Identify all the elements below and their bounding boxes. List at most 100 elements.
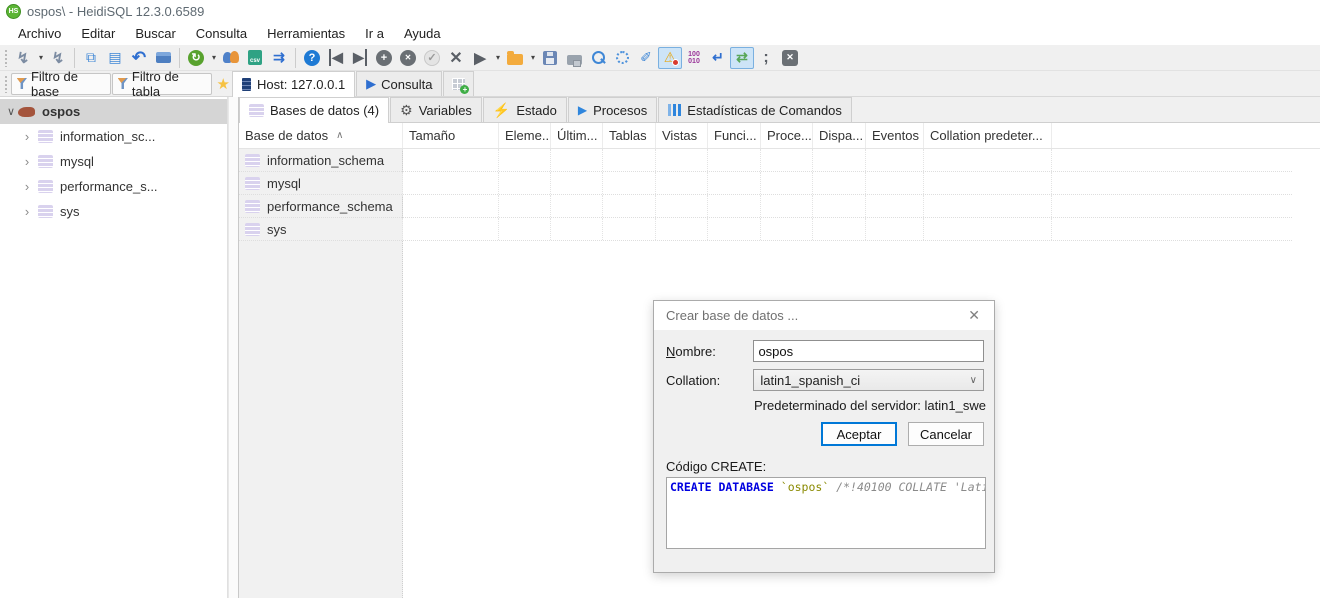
- print-icon[interactable]: [151, 47, 175, 69]
- find-glyph: [616, 51, 629, 64]
- menu-archivo[interactable]: Archivo: [8, 24, 71, 43]
- chevron-right-icon[interactable]: ›: [20, 179, 34, 194]
- collation-select[interactable]: latin1_spanish_ci ∨: [753, 369, 984, 391]
- cancel-button[interactable]: Cancelar: [908, 422, 984, 446]
- empty-cell: [761, 149, 813, 171]
- grid-row-performance-schema[interactable]: performance_schema: [239, 195, 1292, 218]
- pane-splitter[interactable]: [228, 97, 239, 598]
- bar-chart-icon: [668, 104, 681, 116]
- database-name-input[interactable]: [753, 340, 984, 362]
- open-file-icon[interactable]: [503, 47, 527, 69]
- menu-buscar[interactable]: Buscar: [125, 24, 185, 43]
- tree-item-mysql[interactable]: › mysql: [0, 149, 227, 174]
- column-header-funciones[interactable]: Funci...: [708, 123, 761, 148]
- insert-row-icon[interactable]: +: [372, 47, 396, 69]
- name-label-accel: N: [666, 344, 675, 359]
- reformat-sql-icon[interactable]: ⇄: [730, 47, 754, 69]
- refresh-dropdown-icon[interactable]: ▾: [209, 53, 219, 62]
- grid-row-information-schema[interactable]: information_schema: [239, 149, 1292, 172]
- save-snippet-icon[interactable]: [562, 47, 586, 69]
- post-changes-icon[interactable]: ✓: [420, 47, 444, 69]
- tree-item-sys[interactable]: › sys: [0, 199, 227, 224]
- tree-item-information-schema[interactable]: › information_sc...: [0, 124, 227, 149]
- undo-icon[interactable]: ↶: [127, 47, 151, 69]
- accept-button[interactable]: Aceptar: [821, 422, 897, 446]
- favorites-star-icon[interactable]: ★: [217, 75, 230, 93]
- tab-processes[interactable]: ▶ Procesos: [568, 97, 657, 122]
- open-file-dropdown-icon[interactable]: ▾: [528, 53, 538, 62]
- disconnect-icon[interactable]: ↯: [46, 47, 70, 69]
- dialog-title-bar[interactable]: Crear base de datos ... ✕: [654, 301, 994, 330]
- csv-export-icon[interactable]: csv: [243, 47, 267, 69]
- stop-glyph: ✕: [782, 50, 798, 66]
- table-filter-button[interactable]: Filtro de tabla: [112, 73, 212, 95]
- tab-variables[interactable]: ⚙ Variables: [390, 97, 482, 122]
- menu-herramientas[interactable]: Herramientas: [257, 24, 355, 43]
- delete-row-icon[interactable]: ✕: [396, 47, 420, 69]
- run-query-icon[interactable]: ▶: [468, 47, 492, 69]
- refresh-icon[interactable]: ↻: [184, 47, 208, 69]
- run-dropdown-icon[interactable]: ▾: [493, 53, 503, 62]
- chevron-right-icon[interactable]: ›: [20, 129, 34, 144]
- error-marker-icon[interactable]: ⚠: [658, 47, 682, 69]
- stop-icon[interactable]: ✕: [778, 47, 802, 69]
- menu-ir-a[interactable]: Ir a: [355, 24, 394, 43]
- column-header-base-de-datos[interactable]: Base de datos∧: [239, 123, 403, 148]
- data-flow-icon[interactable]: ⇉: [267, 47, 291, 69]
- gear-icon: ⚙: [400, 102, 413, 119]
- tab-query[interactable]: ▶ Consulta: [356, 71, 442, 96]
- help-glyph: ?: [304, 50, 320, 66]
- go-first-icon[interactable]: ◀: [324, 47, 348, 69]
- column-header-disparadores[interactable]: Dispa...: [813, 123, 866, 148]
- wrap-lines-icon[interactable]: ↵: [706, 47, 730, 69]
- tab-command-statistics[interactable]: Estadísticas de Comandos: [658, 97, 852, 122]
- filter-grip[interactable]: [4, 75, 9, 93]
- find-again-icon[interactable]: [610, 47, 634, 69]
- tree-item-ospos[interactable]: ∨ ospos: [0, 99, 227, 124]
- column-header-ultima[interactable]: Últim...: [551, 123, 603, 148]
- grid-row-mysql[interactable]: mysql: [239, 172, 1292, 195]
- connect-dropdown-icon[interactable]: ▾: [36, 53, 46, 62]
- column-header-vistas[interactable]: Vistas: [656, 123, 708, 148]
- grid-row-sys[interactable]: sys: [239, 218, 1292, 241]
- empty-cell: [813, 218, 866, 240]
- tab-new-query[interactable]: +: [443, 71, 474, 96]
- close-icon[interactable]: ✕: [966, 307, 982, 324]
- menu-editar[interactable]: Editar: [71, 24, 125, 43]
- menu-consulta[interactable]: Consulta: [186, 24, 257, 43]
- column-header-eventos[interactable]: Eventos: [866, 123, 924, 148]
- paste-icon[interactable]: ▤: [103, 47, 127, 69]
- column-header-collation[interactable]: Collation predeter...: [924, 123, 1052, 148]
- menu-ayuda[interactable]: Ayuda: [394, 24, 451, 43]
- column-header-tablas[interactable]: Tablas: [603, 123, 656, 148]
- go-last-icon[interactable]: ▶: [348, 47, 372, 69]
- user-manager-icon[interactable]: [219, 47, 243, 69]
- search-icon[interactable]: [586, 47, 610, 69]
- chevron-right-icon[interactable]: ›: [20, 154, 34, 169]
- tab-status[interactable]: ⚡ Estado: [483, 97, 567, 122]
- column-header-procedimientos[interactable]: Proce...: [761, 123, 813, 148]
- cancel-editing-icon[interactable]: ✕: [444, 47, 468, 69]
- clean-icon[interactable]: ✐: [634, 47, 658, 69]
- connect-icon[interactable]: ↯: [11, 47, 35, 69]
- go-first-glyph: ◀: [329, 49, 343, 66]
- chevron-right-icon[interactable]: ›: [20, 204, 34, 219]
- empty-cell: [708, 218, 761, 240]
- copy-icon[interactable]: ⧉: [79, 47, 103, 69]
- save-icon[interactable]: [538, 47, 562, 69]
- database-name-cell: performance_schema: [239, 195, 403, 217]
- column-header-elementos[interactable]: Eleme...: [499, 123, 551, 148]
- column-header-tamano[interactable]: Tamaño: [403, 123, 499, 148]
- database-filter-button[interactable]: Filtro de base: [11, 73, 111, 95]
- tab-databases[interactable]: Bases de datos (4): [239, 97, 389, 123]
- toolbar-grip[interactable]: [4, 49, 9, 67]
- dialog-body: Nombre: Collation: latin1_spanish_ci ∨ P…: [654, 330, 994, 549]
- chevron-down-icon[interactable]: ∨: [4, 105, 18, 118]
- create-code-box[interactable]: CREATE DATABASE `ospos` /*!40100 COLLATE…: [666, 477, 986, 549]
- delimiter-icon[interactable]: ;: [754, 47, 778, 69]
- help-icon[interactable]: ?: [300, 47, 324, 69]
- empty-cell: [866, 218, 924, 240]
- tree-item-performance-schema[interactable]: › performance_s...: [0, 174, 227, 199]
- binary-view-icon[interactable]: 100 010: [682, 47, 706, 69]
- tab-host[interactable]: Host: 127.0.0.1: [232, 71, 355, 97]
